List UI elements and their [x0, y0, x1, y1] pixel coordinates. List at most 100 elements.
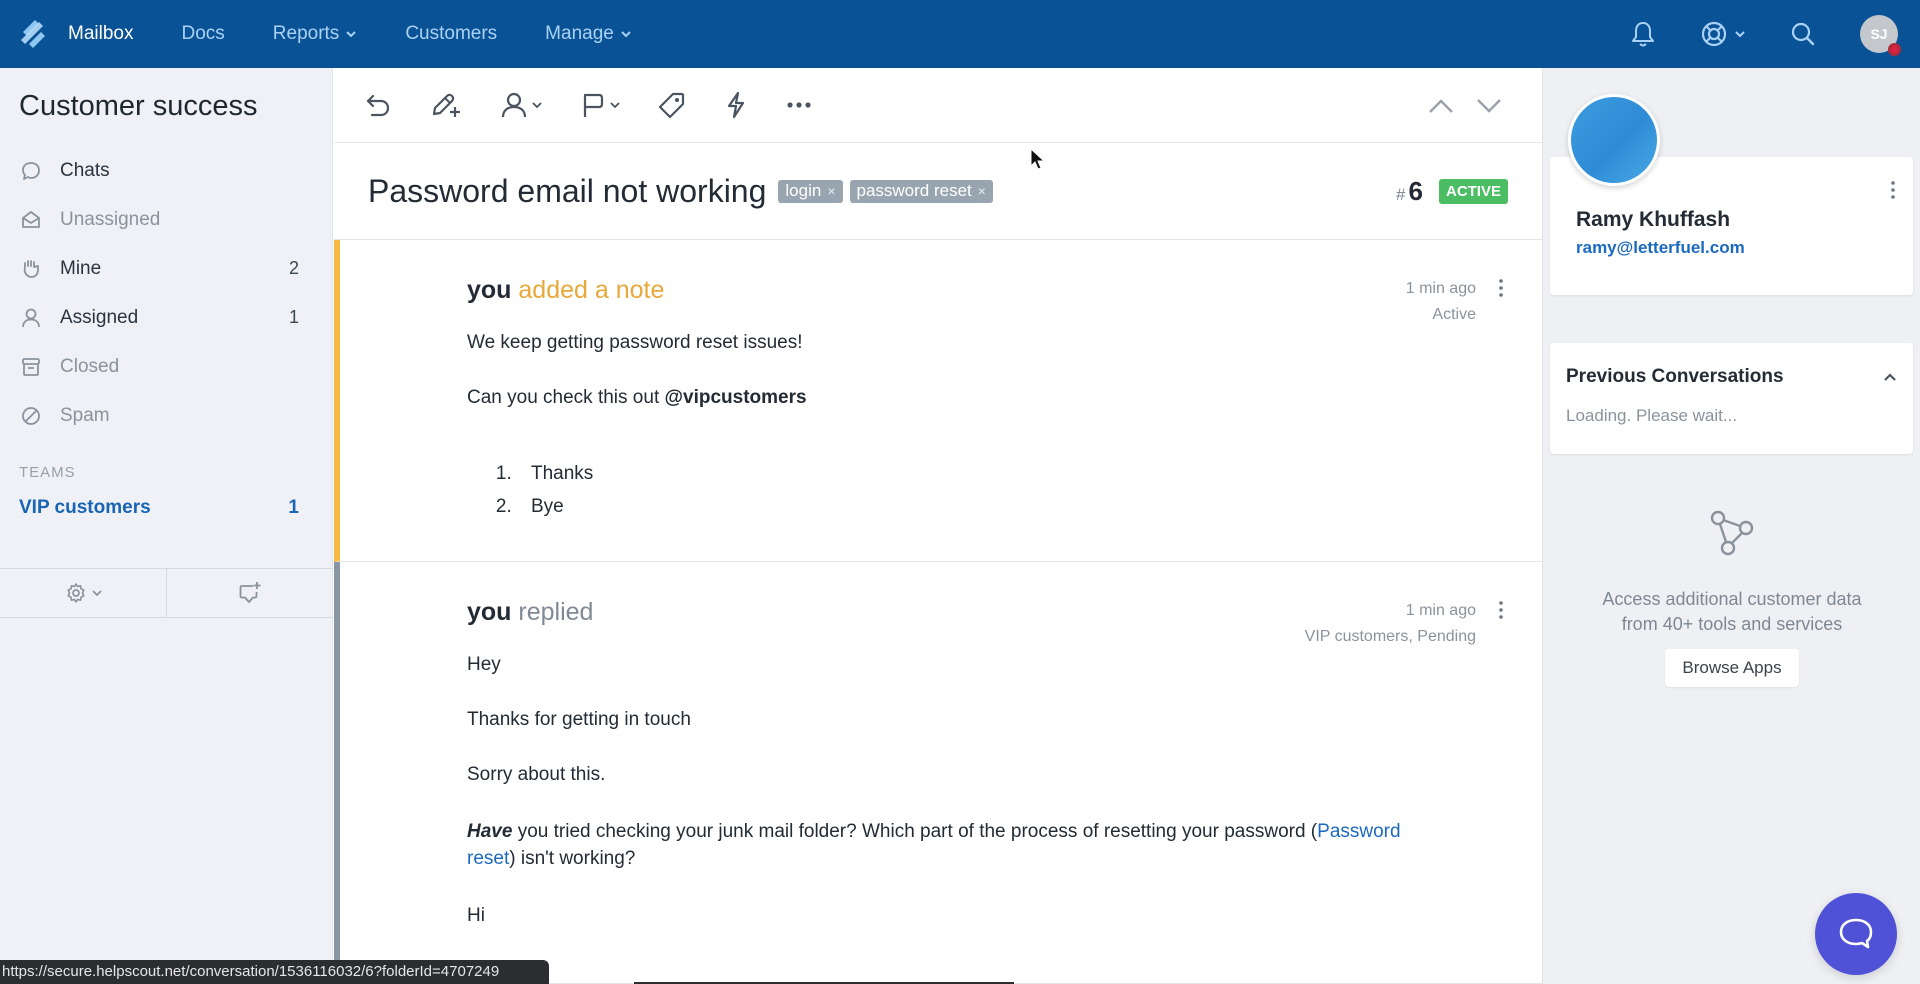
archive-box-icon	[19, 355, 43, 379]
previous-conversations-title[interactable]: Previous Conversations	[1566, 366, 1784, 388]
lifebuoy-icon	[1701, 21, 1727, 47]
assign-user-icon	[501, 92, 527, 118]
folder-closed[interactable]: Closed	[0, 342, 332, 391]
user-avatar[interactable]: SJ	[1860, 15, 1901, 56]
helpscout-logo[interactable]	[0, 0, 68, 68]
link-status-bar: https://secure.helpscout.net/conversatio…	[0, 960, 550, 984]
conversation-header: Password email not working login × passw…	[334, 143, 1542, 240]
top-navigation-bar: Mailbox Docs Reports Customers Manage SJ	[0, 0, 1920, 68]
conversation-subject[interactable]: Password email not working	[368, 173, 766, 210]
nav-right-group: SJ	[1630, 0, 1920, 68]
kebab-icon	[1891, 181, 1895, 199]
previous-conversation-button[interactable]	[1428, 98, 1454, 114]
tag-login[interactable]: login ×	[778, 179, 843, 203]
bell-icon	[1632, 22, 1654, 47]
customer-avatar[interactable]	[1568, 94, 1660, 186]
customer-sidebar: Ramy Khuffash ramy@letterfuel.com Previo…	[1542, 68, 1920, 984]
workflow-bolt-icon	[727, 91, 745, 119]
user-icon	[19, 306, 43, 330]
conversation-number: 6	[1408, 176, 1423, 206]
thread-meta: 1 min ago Active	[1406, 276, 1476, 328]
remove-tag-icon[interactable]: ×	[827, 183, 835, 199]
customer-menu-button[interactable]	[1890, 180, 1896, 205]
teams-heading: TEAMS	[19, 464, 76, 481]
chevron-down-icon	[610, 101, 620, 108]
apps-promo: Access additional customer data from 40+…	[1543, 508, 1920, 687]
nav-customers[interactable]: Customers	[405, 23, 497, 45]
tag-password-reset[interactable]: password reset ×	[849, 179, 993, 203]
folder-chats[interactable]: Chats	[0, 146, 332, 195]
help-beacon-button[interactable]	[1815, 893, 1897, 975]
customer-email[interactable]: ramy@letterfuel.com	[1576, 238, 1745, 258]
nav-reports[interactable]: Reports	[273, 23, 358, 45]
mouse-cursor-icon	[1030, 148, 1046, 170]
tag-icon	[658, 92, 685, 119]
next-conversation-button[interactable]	[1476, 98, 1502, 114]
new-conversation-icon	[239, 582, 261, 603]
notifications-button[interactable]	[1630, 20, 1656, 48]
note-pencil-plus-icon	[432, 93, 460, 117]
nav-docs[interactable]: Docs	[181, 23, 224, 45]
chevron-down-icon	[532, 101, 542, 108]
thread-header: you added a note	[467, 276, 665, 304]
thread-reply: you replied Hey Thanks for getting in to…	[334, 562, 1542, 984]
sidebar-footer	[0, 568, 333, 618]
thread-time: 1 min ago	[1405, 602, 1476, 619]
undo-icon	[366, 94, 390, 117]
loading-text: Loading. Please wait...	[1566, 406, 1738, 425]
conversation-pager	[1428, 68, 1502, 143]
logo-icon	[21, 20, 45, 48]
browse-apps-button[interactable]: Browse Apps	[1665, 649, 1799, 687]
folder-unassigned[interactable]: Unassigned	[0, 195, 332, 244]
folder-mine[interactable]: Mine 2	[0, 244, 332, 293]
status-button[interactable]	[580, 91, 620, 119]
integrations-icon	[1710, 510, 1754, 556]
thread-body: We keep getting password reset issues! C…	[467, 331, 1542, 523]
tag-button[interactable]	[658, 91, 686, 119]
status-flag-icon	[583, 93, 604, 117]
collapse-toggle[interactable]	[1883, 369, 1897, 387]
conversation-meta: # 6 ACTIVE	[1396, 143, 1508, 240]
nav-mailbox[interactable]: Mailbox	[68, 23, 133, 45]
thread-menu-button[interactable]	[1498, 278, 1504, 303]
thread-note: you added a note We keep getting passwor…	[334, 240, 1542, 562]
thread-status: VIP customers, Pending	[1304, 628, 1476, 645]
kebab-icon	[1499, 601, 1503, 619]
conversation-pane: Password email not working login × passw…	[334, 68, 1542, 984]
note-list: Thanks Bye	[467, 457, 1542, 523]
mailbox-sidebar: Customer success Chats Unassigned Mine 2…	[0, 68, 333, 984]
mailbox-title: Customer success	[19, 90, 258, 122]
undo-button[interactable]	[364, 91, 392, 119]
mention: @vipcustomers	[664, 387, 807, 408]
search-icon	[1791, 22, 1815, 46]
away-status-indicator	[1888, 43, 1901, 56]
previous-conversations-card: Previous Conversations Loading. Please w…	[1550, 343, 1913, 454]
thread-menu-button[interactable]	[1498, 600, 1504, 625]
nav-manage[interactable]: Manage	[545, 23, 632, 45]
workflow-button[interactable]	[724, 91, 748, 119]
chevron-down-icon	[91, 589, 102, 596]
mailbox-settings-button[interactable]	[0, 569, 167, 617]
chat-bubble-icon	[19, 159, 43, 183]
folder-assigned[interactable]: Assigned 1	[0, 293, 332, 342]
more-actions-button[interactable]	[786, 101, 812, 109]
status-badge[interactable]: ACTIVE	[1438, 179, 1508, 204]
new-conversation-button[interactable]	[167, 569, 333, 617]
chevron-down-icon	[621, 31, 631, 38]
assign-button[interactable]	[500, 91, 542, 119]
folder-spam[interactable]: Spam	[0, 391, 332, 440]
thread-time: 1 min ago	[1405, 280, 1476, 297]
customer-name[interactable]: Ramy Khuffash	[1576, 208, 1730, 232]
team-vip-customers[interactable]: VIP customers 1	[0, 490, 332, 526]
hand-icon	[19, 257, 43, 281]
chat-bubble-icon	[1839, 918, 1873, 949]
chevron-down-icon	[1735, 31, 1745, 38]
add-note-button[interactable]	[430, 90, 462, 120]
chevron-up-icon	[1884, 373, 1896, 381]
gear-icon	[66, 583, 85, 603]
remove-tag-icon[interactable]: ×	[978, 183, 986, 199]
help-menu-button[interactable]	[1700, 20, 1746, 48]
ban-icon	[19, 404, 43, 428]
kebab-icon	[1499, 279, 1503, 297]
search-button[interactable]	[1790, 21, 1816, 47]
